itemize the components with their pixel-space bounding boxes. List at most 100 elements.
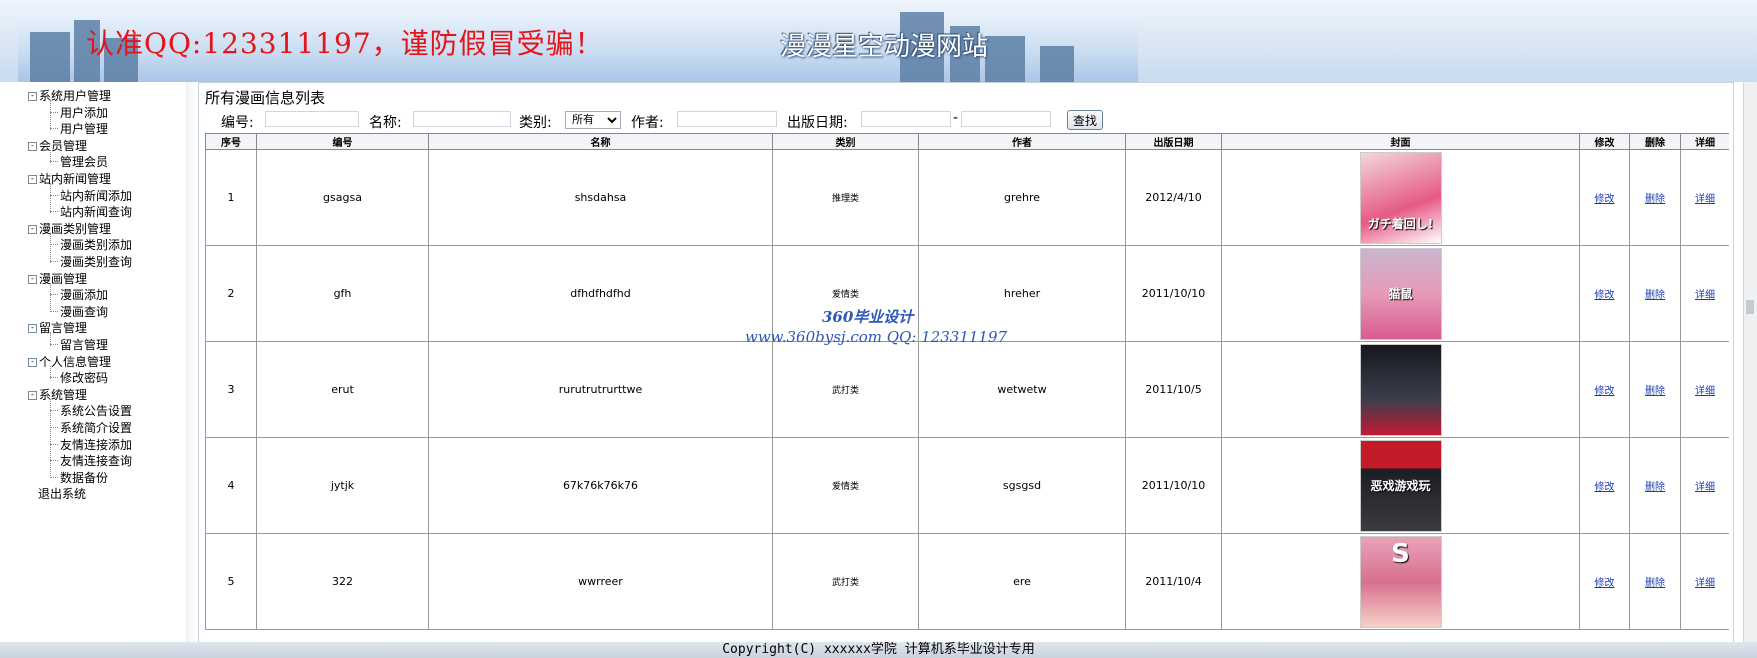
site-title: 漫漫星空动漫网站: [780, 32, 989, 62]
date-start-input[interactable]: [861, 111, 951, 127]
comic-author: ere: [918, 533, 1126, 630]
page-title: 所有漫画信息列表: [205, 89, 326, 107]
sidebar-group-label: 留言管理: [39, 321, 88, 336]
collapse-icon[interactable]: -: [28, 390, 37, 400]
edit-link[interactable]: 修改: [1595, 578, 1615, 589]
sidebar-item-label: 修改密码: [60, 371, 109, 386]
tree-connector: [50, 100, 51, 130]
cover-image: ガチ着回し!: [1359, 151, 1442, 244]
tree-connector: [50, 427, 58, 428]
column-header: 删除: [1629, 133, 1681, 150]
sidebar-group-logout[interactable]: 退出系统: [28, 486, 86, 502]
sidebar-group-label: 退出系统: [38, 487, 87, 502]
sidebar-group-members[interactable]: - 会员管理: [28, 138, 87, 154]
watermark-title: 360毕业设计: [822, 308, 914, 326]
cover-title-text: 猫鼠: [1388, 286, 1413, 301]
author-input[interactable]: [677, 111, 777, 127]
detail-link[interactable]: 详细: [1695, 578, 1715, 589]
name-input[interactable]: [413, 111, 511, 127]
delete-link[interactable]: 删除: [1645, 482, 1665, 493]
edit-link[interactable]: 修改: [1595, 290, 1615, 301]
detail-link[interactable]: 详细: [1695, 194, 1715, 205]
column-header: 详细: [1680, 133, 1729, 150]
comic-author: wetwetw: [918, 341, 1126, 438]
sidebar-item-label: 漫画类别查询: [60, 255, 133, 269]
table-row: 5 322 wwrreer 武打类 ere 2011/10/4 S 修改 删除 详细: [205, 533, 1729, 630]
sidebar-item[interactable]: 站内新闻查询: [50, 204, 132, 220]
row-number: 4: [205, 437, 257, 534]
sidebar-item[interactable]: 漫画类别添加: [50, 237, 132, 253]
sidebar-group-system[interactable]: - 系统管理: [28, 387, 87, 403]
code-label: 编号:: [221, 115, 254, 131]
sidebar-group-comics[interactable]: - 漫画管理: [28, 271, 87, 287]
comic-name: wwrreer: [428, 533, 773, 630]
delete-link[interactable]: 删除: [1645, 386, 1665, 397]
collapse-icon[interactable]: -: [28, 324, 37, 334]
collapse-icon[interactable]: -: [28, 357, 37, 367]
sidebar-item-label: 漫画添加: [60, 288, 109, 303]
scrollbar-thumb[interactable]: [1746, 300, 1754, 314]
sidebar-item[interactable]: 漫画类别查询: [50, 254, 132, 270]
cover-image: 猫鼠: [1359, 247, 1442, 340]
comic-name: shsdahsa: [428, 149, 773, 246]
delete-link-cell: 删除: [1629, 149, 1681, 246]
sidebar-group-categories[interactable]: - 漫画类别管理: [28, 221, 111, 237]
cover-cell: [1221, 341, 1580, 438]
category-select[interactable]: 所有: [565, 111, 621, 129]
sidebar-item[interactable]: 系统公告设置: [50, 403, 132, 419]
sidebar-item-label: 漫画类别添加: [60, 238, 133, 253]
code-input[interactable]: [265, 111, 359, 127]
delete-link[interactable]: 删除: [1645, 194, 1665, 205]
sidebar-item[interactable]: 友情连接添加: [50, 437, 132, 453]
row-number: 2: [205, 245, 257, 342]
detail-link[interactable]: 详细: [1695, 290, 1715, 301]
sidebar-item[interactable]: 数据备份: [50, 470, 108, 486]
row-number: 3: [205, 341, 257, 438]
collapse-icon[interactable]: -: [28, 92, 37, 101]
sidebar-group-profile[interactable]: - 个人信息管理: [28, 354, 111, 370]
sidebar-group-label: 漫画管理: [39, 271, 88, 286]
edit-link[interactable]: 修改: [1595, 194, 1615, 205]
delete-link[interactable]: 删除: [1645, 290, 1665, 301]
sidebar-item[interactable]: 用户添加: [50, 105, 108, 121]
tree-connector: [50, 128, 58, 130]
detail-link[interactable]: 详细: [1695, 386, 1715, 397]
sidebar-item[interactable]: 修改密码: [50, 370, 108, 386]
date-end-input[interactable]: [961, 111, 1051, 127]
sidebar-group-users[interactable]: - 系统用户管理: [28, 88, 111, 104]
collapse-icon[interactable]: -: [28, 175, 37, 184]
delete-link[interactable]: 删除: [1645, 578, 1665, 589]
comic-name: rurutrutrurttwe: [428, 341, 773, 438]
author-label: 作者:: [631, 115, 664, 131]
sidebar-item[interactable]: 漫画添加: [50, 287, 108, 303]
collapse-icon[interactable]: -: [28, 141, 37, 151]
detail-link[interactable]: 详细: [1695, 482, 1715, 493]
cover-cell: ガチ着回し!: [1221, 149, 1580, 246]
sidebar-item[interactable]: 管理会员: [50, 154, 108, 170]
sidebar-group-news[interactable]: - 站内新闻管理: [28, 171, 111, 187]
sidebar-item[interactable]: 系统简介设置: [50, 420, 132, 436]
sidebar-item[interactable]: 留言管理: [50, 337, 108, 353]
publish-date: 2011/10/4: [1125, 533, 1222, 630]
collapse-icon[interactable]: -: [28, 224, 37, 234]
publish-date: 2011/10/5: [1125, 341, 1222, 438]
watermark-contact: www.360bysj.com QQ: 123311197: [745, 328, 1008, 346]
comic-name: 67k76k76k76: [428, 437, 773, 534]
edit-link[interactable]: 修改: [1595, 386, 1615, 397]
comic-category: 武打类: [772, 533, 919, 630]
column-header: 作者: [918, 133, 1126, 150]
sidebar-item-label: 系统公告设置: [60, 404, 133, 419]
sidebar-item-label: 站内新闻添加: [60, 188, 133, 203]
sidebar-group-messages[interactable]: - 留言管理: [28, 320, 87, 336]
vertical-scrollbar[interactable]: [1743, 82, 1757, 642]
sidebar-item[interactable]: 友情连接查询: [50, 453, 132, 469]
edit-link[interactable]: 修改: [1595, 482, 1615, 493]
comic-author: grehre: [918, 149, 1126, 246]
sidebar-item[interactable]: 站内新闻添加: [50, 188, 132, 204]
sidebar-item[interactable]: 用户管理: [50, 121, 108, 137]
collapse-icon[interactable]: -: [28, 274, 37, 284]
search-button[interactable]: 查找: [1067, 110, 1104, 130]
banner-building: [985, 36, 1025, 82]
name-label: 名称:: [369, 115, 402, 131]
sidebar-item[interactable]: 漫画查询: [50, 304, 108, 320]
